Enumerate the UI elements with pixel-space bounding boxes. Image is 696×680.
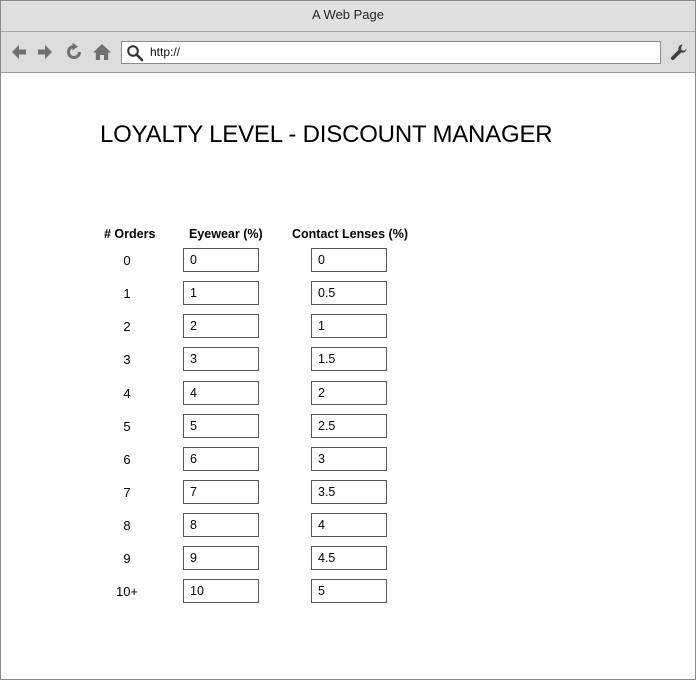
wrench-icon[interactable] <box>669 42 689 62</box>
url-input[interactable] <box>150 43 650 61</box>
table-row: 8 <box>1 513 695 539</box>
order-count-label: 3 <box>123 352 131 367</box>
browser-window: A Web Page LOYALTY LEVEL - DISCOUNT MANA… <box>0 0 696 680</box>
table-row: 0 <box>1 248 695 274</box>
home-icon[interactable] <box>92 42 112 62</box>
table-row: 7 <box>1 480 695 506</box>
eyewear-column-header: Eyewear (%) <box>189 227 263 241</box>
order-count-label: 9 <box>123 551 131 566</box>
contact-lenses-discount-input[interactable] <box>311 381 387 405</box>
contact-lenses-discount-input[interactable] <box>311 513 387 537</box>
order-count-label: 5 <box>123 419 131 434</box>
table-row: 5 <box>1 414 695 440</box>
table-row: 1 <box>1 281 695 307</box>
contact-lenses-discount-input[interactable] <box>311 314 387 338</box>
eyewear-discount-input[interactable] <box>183 546 259 570</box>
table-row: 4 <box>1 381 695 407</box>
contact-lenses-discount-input[interactable] <box>311 347 387 371</box>
order-count-label: 1 <box>123 286 131 301</box>
eyewear-discount-input[interactable] <box>183 248 259 272</box>
table-row: 6 <box>1 447 695 473</box>
order-count-label: 2 <box>123 319 131 334</box>
reload-icon[interactable] <box>64 42 84 62</box>
window-title: A Web Page <box>1 1 695 32</box>
order-count-label: 4 <box>123 386 131 401</box>
order-count-label: 0 <box>123 253 131 268</box>
back-arrow-icon[interactable] <box>9 42 29 62</box>
page-content: LOYALTY LEVEL - DISCOUNT MANAGER # Order… <box>1 73 695 679</box>
contact-lenses-discount-input[interactable] <box>311 480 387 504</box>
address-bar[interactable] <box>121 41 661 64</box>
forward-arrow-icon[interactable] <box>35 42 55 62</box>
eyewear-discount-input[interactable] <box>183 447 259 471</box>
contact-lenses-discount-input[interactable] <box>311 447 387 471</box>
contact-lenses-column-header: Contact Lenses (%) <box>292 227 408 241</box>
browser-toolbar <box>1 32 695 73</box>
eyewear-discount-input[interactable] <box>183 347 259 371</box>
page-title: LOYALTY LEVEL - DISCOUNT MANAGER <box>100 121 553 148</box>
search-icon <box>127 45 144 62</box>
order-count-label: 10+ <box>115 584 139 599</box>
eyewear-discount-input[interactable] <box>183 480 259 504</box>
eyewear-discount-input[interactable] <box>183 314 259 338</box>
eyewear-discount-input[interactable] <box>183 579 259 603</box>
eyewear-discount-input[interactable] <box>183 513 259 537</box>
eyewear-discount-input[interactable] <box>183 281 259 305</box>
order-count-label: 8 <box>123 518 131 533</box>
contact-lenses-discount-input[interactable] <box>311 546 387 570</box>
table-row: 9 <box>1 546 695 572</box>
contact-lenses-discount-input[interactable] <box>311 281 387 305</box>
table-row: 10+ <box>1 579 695 605</box>
contact-lenses-discount-input[interactable] <box>311 248 387 272</box>
eyewear-discount-input[interactable] <box>183 381 259 405</box>
order-count-label: 7 <box>123 485 131 500</box>
contact-lenses-discount-input[interactable] <box>311 579 387 603</box>
orders-column-header: # Orders <box>104 227 156 241</box>
table-row: 2 <box>1 314 695 340</box>
table-row: 3 <box>1 347 695 373</box>
eyewear-discount-input[interactable] <box>183 414 259 438</box>
order-count-label: 6 <box>123 452 131 467</box>
contact-lenses-discount-input[interactable] <box>311 414 387 438</box>
